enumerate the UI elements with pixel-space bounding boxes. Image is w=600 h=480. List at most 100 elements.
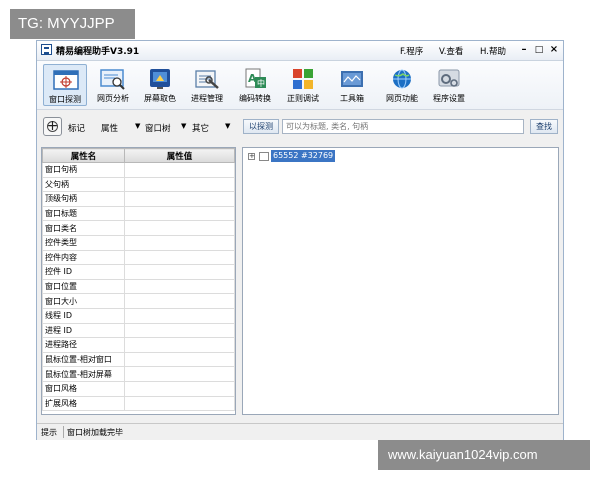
mark-label[interactable]: 标记 — [68, 122, 85, 134]
probe-button[interactable]: 以探测 — [243, 119, 279, 134]
table-row[interactable]: 扩展风格 — [42, 395, 235, 412]
property-value[interactable] — [124, 322, 235, 339]
property-name: 窗口大小 — [42, 293, 125, 309]
property-value[interactable] — [124, 366, 235, 382]
table-row[interactable]: 窗口风格 — [42, 380, 235, 397]
window-probe-icon — [53, 70, 79, 90]
window-node-icon — [259, 152, 269, 161]
table-row[interactable]: 控件内容 — [42, 249, 235, 266]
table-row[interactable]: 进程路径 — [42, 337, 235, 353]
property-name: 线程 ID — [42, 307, 125, 324]
property-name: 窗口句柄 — [42, 162, 125, 178]
property-value[interactable] — [124, 205, 235, 222]
column-header-value: 属性值 — [124, 148, 235, 163]
process-manager-icon — [195, 70, 219, 89]
program-settings-button[interactable]: 程序设置 — [427, 64, 471, 106]
web-analysis-icon — [100, 69, 125, 90]
window-title: 精易编程助手V3.91 — [56, 47, 140, 57]
toolbox-button[interactable]: 工具箱 — [330, 64, 374, 106]
web-analysis-button[interactable]: 网页分析 — [91, 64, 135, 106]
tree-node-root[interactable]: 65552 #32769 — [271, 150, 336, 162]
property-name: 进程路径 — [42, 337, 125, 353]
table-row[interactable]: 窗口标题 — [42, 205, 235, 222]
window-probe-button[interactable]: 窗口探测 — [43, 64, 87, 106]
main-toolbar: 窗口探测 网页分析 屏幕取色 进程管理 A 中 编码转换 正则调试 工具箱 网页… — [37, 61, 563, 110]
property-value[interactable] — [124, 278, 235, 295]
property-value[interactable] — [124, 249, 235, 266]
chevron-down-icon[interactable]: ▼ — [135, 122, 140, 130]
property-name: 顶级句柄 — [42, 191, 125, 207]
web-function-button[interactable]: 网页功能 — [380, 64, 424, 106]
table-row[interactable]: 控件类型 — [42, 234, 235, 251]
settings-icon — [438, 69, 460, 87]
search-input[interactable] — [282, 119, 524, 134]
property-name: 窗口标题 — [42, 205, 125, 222]
program-settings-label: 程序设置 — [433, 94, 465, 103]
process-manager-button[interactable]: 进程管理 — [185, 64, 229, 106]
regex-debug-button[interactable]: 正则调试 — [281, 64, 325, 106]
property-name: 鼠标位置-相对窗口 — [42, 351, 125, 368]
globe-icon — [393, 69, 411, 89]
menu-view[interactable]: V.查看 — [439, 45, 463, 57]
close-button[interactable]: × — [547, 43, 561, 57]
table-row[interactable]: 顶级句柄 — [42, 191, 235, 207]
tree-expander-icon[interactable]: + — [248, 153, 255, 160]
property-name: 控件类型 — [42, 234, 125, 251]
color-picker-button[interactable]: 屏幕取色 — [138, 64, 182, 106]
crosshair-icon[interactable] — [43, 117, 62, 136]
app-window: 精易编程助手V3.91 F.程序 V.查看 H.帮助 – □ × 窗口探测 网页… — [36, 40, 564, 440]
find-button[interactable]: 查找 — [530, 119, 558, 134]
watermark-top: TG: MYYJJPP — [10, 9, 135, 39]
attribute-dropdown[interactable]: 属性 — [101, 122, 118, 134]
status-message: 窗口树加载完毕 — [67, 428, 123, 437]
property-name: 窗口风格 — [42, 380, 125, 397]
menu-program[interactable]: F.程序 — [400, 45, 423, 57]
other-dropdown[interactable]: 其它 — [192, 122, 209, 134]
property-value[interactable] — [124, 220, 235, 236]
table-row[interactable]: 父句柄 — [42, 176, 235, 193]
table-row[interactable]: 窗口类名 — [42, 220, 235, 236]
title-bar[interactable]: 精易编程助手V3.91 F.程序 V.查看 H.帮助 – □ × — [37, 41, 563, 61]
property-value[interactable] — [124, 380, 235, 397]
encoding-convert-label: 编码转换 — [239, 94, 271, 103]
property-grid: 属性名 属性值 窗口句柄 父句柄 顶级句柄 窗口标题 窗口类名 控件类型 控件内容 控件 ID… — [41, 147, 236, 415]
table-row[interactable]: 窗口句柄 — [42, 162, 235, 178]
property-name: 控件 ID — [42, 264, 125, 280]
watermark-bottom: www.kaiyuan1024vip.com — [378, 440, 590, 470]
property-value[interactable] — [124, 176, 235, 193]
property-name: 窗口类名 — [42, 220, 125, 236]
table-row[interactable]: 窗口大小 — [42, 293, 235, 309]
window-probe-label: 窗口探测 — [49, 95, 81, 104]
process-manager-label: 进程管理 — [191, 94, 223, 103]
property-value[interactable] — [124, 264, 235, 280]
table-row[interactable]: 控件 ID — [42, 264, 235, 280]
window-tree: + 65552 #32769 — [242, 147, 559, 415]
table-row[interactable]: 进程 ID — [42, 322, 235, 339]
property-name: 父句柄 — [42, 176, 125, 193]
toolbox-icon — [341, 71, 363, 87]
property-value[interactable] — [124, 234, 235, 251]
property-value[interactable] — [124, 337, 235, 353]
table-row[interactable]: 线程 ID — [42, 307, 235, 324]
table-row[interactable]: 鼠标位置-相对窗口 — [42, 351, 235, 368]
property-name: 控件内容 — [42, 249, 125, 266]
chevron-down-icon[interactable]: ▼ — [225, 122, 230, 130]
regex-debug-label: 正则调试 — [287, 94, 319, 103]
table-row[interactable]: 鼠标位置-相对屏幕 — [42, 366, 235, 382]
property-value[interactable] — [124, 351, 235, 368]
menu-help[interactable]: H.帮助 — [480, 45, 506, 57]
property-name: 窗口位置 — [42, 278, 125, 295]
property-value[interactable] — [124, 395, 235, 412]
window-tree-dropdown[interactable]: 窗口树 — [145, 122, 171, 134]
chevron-down-icon[interactable]: ▼ — [181, 122, 186, 130]
maximize-button[interactable]: □ — [532, 43, 546, 57]
minimize-button[interactable]: – — [517, 43, 531, 57]
encoding-convert-button[interactable]: A 中 编码转换 — [233, 64, 277, 106]
property-value[interactable] — [124, 191, 235, 207]
encoding-convert-icon: A 中 — [245, 68, 266, 88]
property-value[interactable] — [124, 293, 235, 309]
table-row[interactable]: 窗口位置 — [42, 278, 235, 295]
regex-debug-icon — [293, 69, 313, 89]
property-value[interactable] — [124, 162, 235, 178]
property-value[interactable] — [124, 307, 235, 324]
